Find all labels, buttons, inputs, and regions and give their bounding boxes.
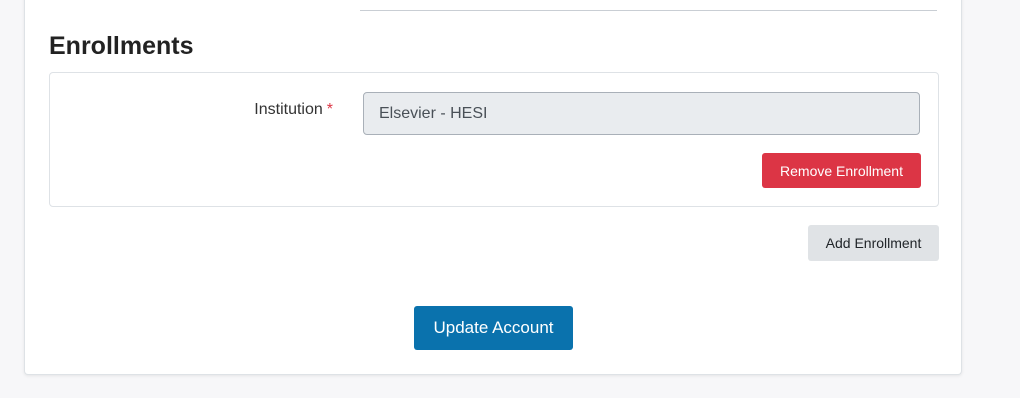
enrollments-heading: Enrollments	[49, 32, 194, 60]
previous-field-edge	[360, 0, 937, 11]
institution-label: Institution *	[254, 101, 333, 119]
page: Enrollments Institution* Remove Enrollme…	[0, 0, 1020, 398]
institution-input[interactable]	[363, 92, 920, 135]
institution-label-text: Institution	[254, 101, 323, 118]
account-form-card: Enrollments Institution* Remove Enrollme…	[24, 0, 962, 375]
remove-enrollment-button[interactable]: Remove Enrollment	[762, 153, 921, 188]
add-enrollment-button[interactable]: Add Enrollment	[808, 225, 939, 261]
update-account-button[interactable]: Update Account	[414, 306, 573, 350]
required-indicator: *	[326, 101, 333, 118]
enrollment-item: Institution* Remove Enrollment	[49, 72, 939, 207]
